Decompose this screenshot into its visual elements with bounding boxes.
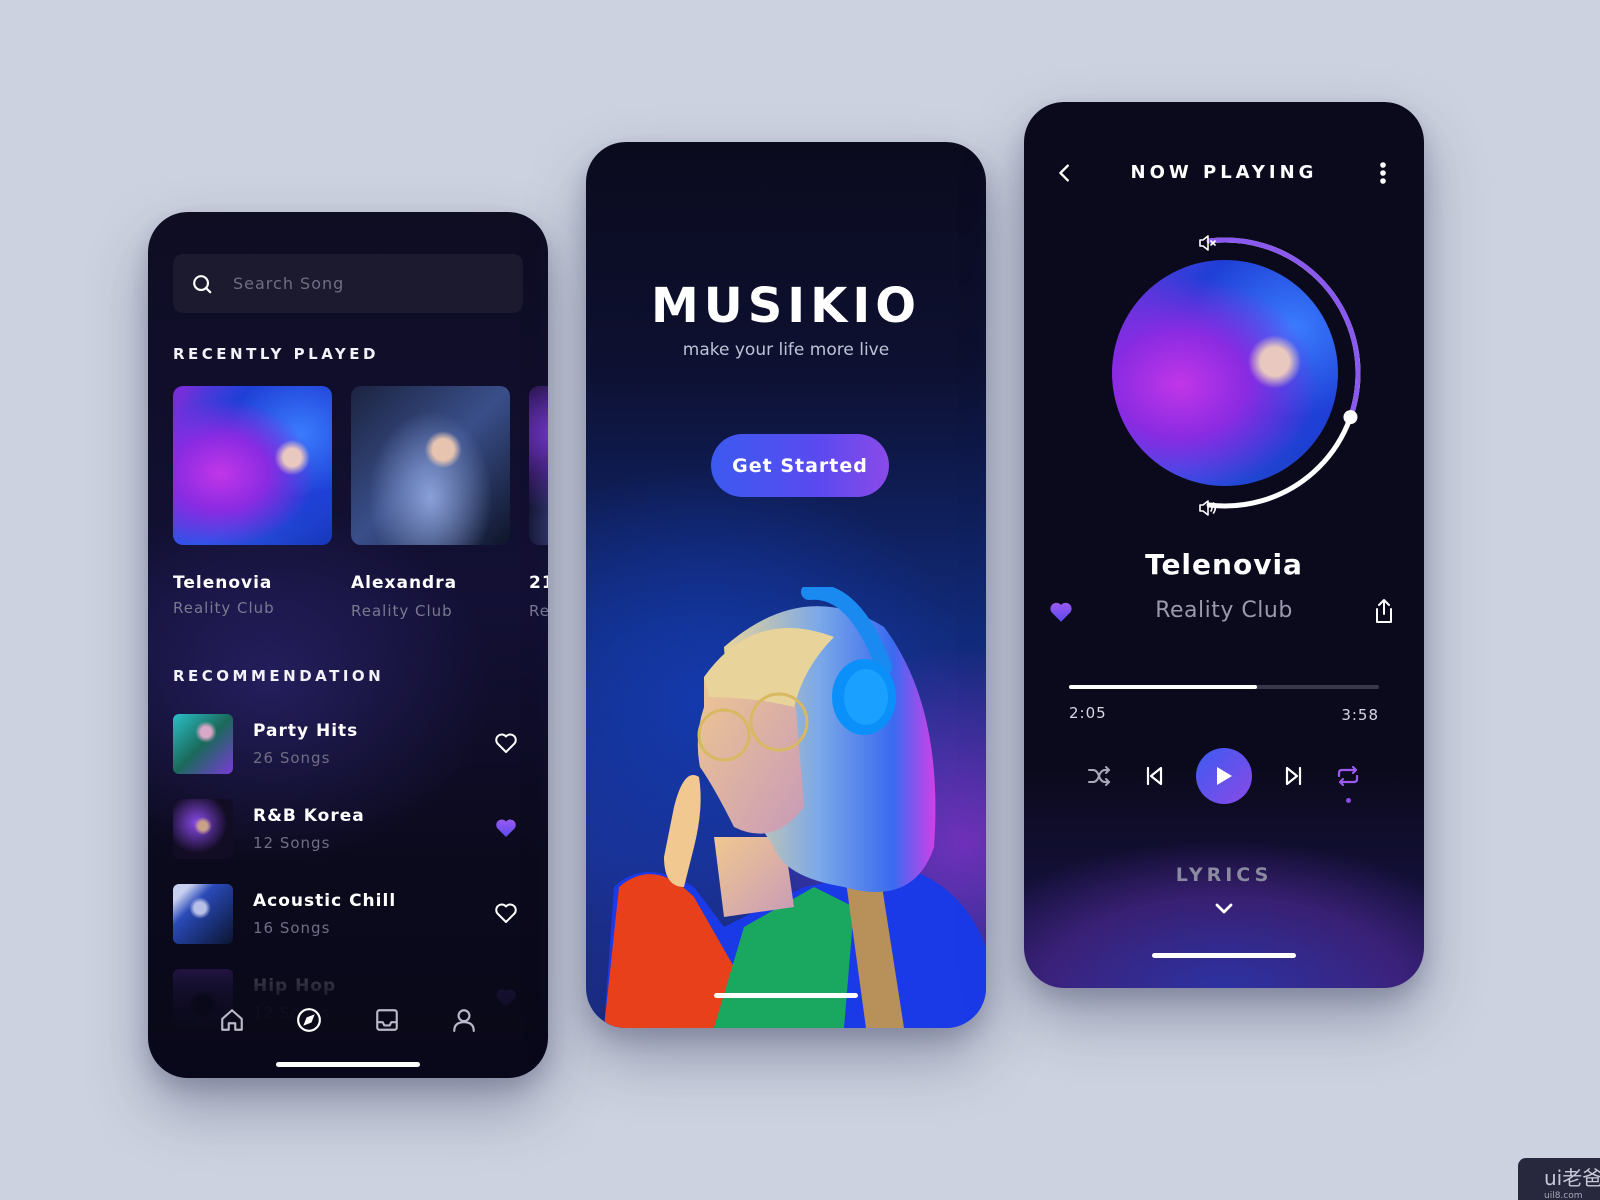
playlist-thumbnail (173, 884, 233, 944)
search-icon (193, 274, 212, 293)
heart-outline-icon[interactable] (494, 902, 518, 924)
current-time: 2:05 (1069, 704, 1107, 722)
playlist-item[interactable]: Party Hits 26 Songs (173, 714, 523, 774)
recent-subtitle: Reality Club (351, 602, 453, 620)
recent-card[interactable]: Alexandra Reality Club (351, 386, 510, 620)
previous-icon[interactable] (1141, 763, 1167, 789)
playlist-count: 12 Songs (253, 834, 331, 852)
volume-knob[interactable] (1343, 410, 1358, 425)
tagline: make your life more live (682, 340, 890, 360)
play-icon (1217, 767, 1232, 785)
playlist-thumbnail (173, 799, 233, 859)
album-art (351, 386, 510, 545)
playlist-item[interactable]: R&B Korea 12 Songs (173, 799, 523, 859)
playlist-thumbnail (173, 714, 233, 774)
playlist-title: R&B Korea (253, 806, 365, 826)
volume-up-icon[interactable] (1199, 500, 1217, 516)
playback-controls (1024, 748, 1424, 804)
playlist-count: 16 Songs (253, 919, 331, 937)
progress-fill (1069, 685, 1257, 689)
home-icon[interactable] (219, 1007, 245, 1033)
playlist-count: 26 Songs (253, 749, 331, 767)
repeat-icon[interactable] (1335, 763, 1361, 789)
recommendation-heading: RECOMMENDATION (173, 667, 385, 685)
hero-image-woman-with-headphones (604, 587, 986, 1028)
recent-title: Alexandra (351, 573, 458, 593)
recent-title: 21 (529, 573, 548, 593)
bottom-tab-bar (148, 1007, 548, 1047)
watermark-badge: ui老爸 uil8.com (1518, 1158, 1600, 1200)
library-screen: RECENTLY PLAYED Telenovia Reality Club A… (148, 212, 548, 1078)
shuffle-icon[interactable] (1086, 763, 1112, 789)
album-art (173, 386, 332, 545)
album-art (529, 386, 548, 545)
compass-icon[interactable] (296, 1007, 322, 1033)
playlist-item[interactable]: Acoustic Chill 16 Songs (173, 884, 523, 944)
search-input[interactable] (233, 274, 493, 293)
album-disc-with-volume (1084, 222, 1384, 522)
now-playing-screen: NOW PLAYING Telenovia Reality Club 2:05 … (1024, 102, 1424, 988)
recent-title: Telenovia (173, 573, 273, 593)
heart-outline-icon[interactable] (494, 732, 518, 754)
recent-subtitle: Reality Club (173, 599, 275, 617)
now-playing-header: NOW PLAYING (1024, 158, 1424, 188)
home-indicator (276, 1062, 420, 1067)
play-button[interactable] (1196, 748, 1252, 804)
now-playing-title: NOW PLAYING (1130, 162, 1318, 183)
total-time: 3:58 (1341, 706, 1379, 724)
lyrics-label[interactable]: LYRICS (1024, 864, 1424, 886)
recent-subtitle: Reality Club (529, 602, 548, 620)
chevron-down-icon[interactable] (1212, 900, 1236, 918)
recent-card[interactable]: 21 Reality Club (529, 386, 548, 620)
recently-played-carousel[interactable]: Telenovia Reality Club Alexandra Reality… (173, 386, 548, 620)
song-title: Telenovia (1145, 548, 1303, 581)
next-icon[interactable] (1281, 763, 1307, 789)
repeat-active-indicator (1346, 798, 1351, 803)
watermark-site: uil8.com (1544, 1191, 1583, 1200)
recent-card[interactable]: Telenovia Reality Club (173, 386, 332, 620)
get-started-button[interactable]: Get Started (711, 434, 889, 497)
inbox-icon[interactable] (374, 1007, 400, 1033)
app-logo-text: MUSIKIO (650, 278, 922, 334)
welcome-screen: MUSIKIO make your life more live Get Sta… (586, 142, 986, 1028)
playback-progress-bar[interactable] (1069, 684, 1379, 690)
playlist-title: Acoustic Chill (253, 891, 397, 911)
watermark-logo: ui老爸 (1544, 1166, 1600, 1190)
heart-filled-icon[interactable] (494, 817, 518, 839)
playlist-title: Party Hits (253, 721, 359, 741)
home-indicator (714, 993, 858, 998)
home-indicator (1152, 953, 1296, 958)
profile-icon[interactable] (451, 1007, 477, 1033)
more-vertical-icon[interactable] (1372, 160, 1394, 186)
volume-slider[interactable] (1084, 222, 1384, 522)
recently-played-heading: RECENTLY PLAYED (173, 345, 379, 363)
share-icon[interactable] (1372, 598, 1396, 624)
artist-name: Reality Club (1155, 598, 1293, 623)
search-bar[interactable] (173, 254, 523, 313)
